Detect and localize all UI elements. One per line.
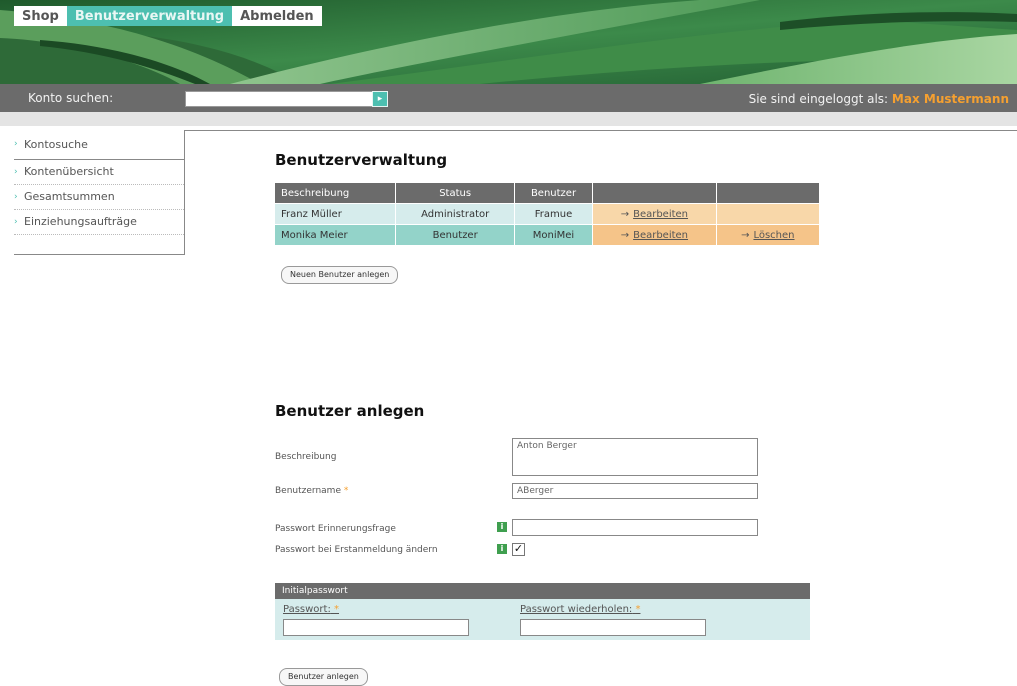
- bullet-icon: ›: [14, 167, 18, 177]
- logged-in-user: Max Mustermann: [891, 92, 1009, 106]
- cell-user: Framue: [514, 203, 594, 225]
- delete-link[interactable]: Löschen: [753, 230, 794, 241]
- table-header-row: Beschreibung Status Benutzer: [275, 183, 821, 204]
- search-go-button[interactable]: ▸: [372, 91, 388, 107]
- account-search-input[interactable]: [185, 91, 375, 107]
- bullet-icon: ›: [14, 139, 18, 149]
- nav-tab-user-management[interactable]: Benutzerverwaltung: [66, 6, 233, 26]
- reminder-question-label: Passwort Erinnerungsfrage: [275, 524, 396, 534]
- cell-edit: → Bearbeiten: [592, 224, 717, 245]
- sidebar-item-label: Einziehungsaufträge: [24, 215, 137, 228]
- create-user-button[interactable]: Benutzer anlegen: [279, 668, 368, 686]
- cell-status: Benutzer: [395, 224, 515, 245]
- cell-user: MoniMei: [514, 224, 594, 245]
- username-label-text: Benutzername: [275, 486, 341, 496]
- edit-link[interactable]: Bearbeiten: [633, 209, 688, 220]
- cell-description: Franz Müller: [275, 203, 397, 225]
- sidebar-item-kontenuebersicht[interactable]: › Kontenübersicht: [14, 160, 184, 185]
- column-header-edit: [592, 183, 717, 204]
- username-field[interactable]: [512, 483, 758, 499]
- column-header-status: Status: [395, 183, 515, 204]
- cell-edit: → Bearbeiten: [592, 203, 717, 225]
- content-divider: [184, 130, 1017, 131]
- top-navigation: Shop Benutzerverwaltung Abmelden: [14, 6, 322, 26]
- header-divider-strip: [0, 112, 1017, 126]
- checkmark-icon: ✓: [513, 542, 524, 555]
- cell-delete: → Löschen: [716, 224, 821, 245]
- edit-link[interactable]: Bearbeiten: [633, 230, 688, 241]
- repeat-password-label: Passwort wiederholen: *: [520, 604, 640, 615]
- required-marker: *: [343, 486, 349, 496]
- sidebar-item-kontosuche[interactable]: › Kontosuche: [14, 130, 184, 160]
- repeat-password-label-text: Passwort wiederholen:: [520, 604, 633, 615]
- reminder-question-field[interactable]: [512, 519, 758, 536]
- column-header-description: Beschreibung: [275, 183, 397, 204]
- cell-status: Administrator: [395, 203, 515, 225]
- sidebar-item-gesamtsummen[interactable]: › Gesamtsummen: [14, 185, 184, 210]
- sidebar: › Kontosuche › Kontenübersicht › Gesamts…: [14, 130, 185, 255]
- arrow-right-icon: →: [741, 229, 750, 241]
- column-header-user: Benutzer: [514, 183, 594, 204]
- users-table: Beschreibung Status Benutzer Franz Mülle…: [275, 183, 821, 245]
- account-search-label: Konto suchen:: [28, 91, 114, 105]
- required-marker: *: [334, 604, 340, 615]
- password-label: Passwort: *: [283, 604, 339, 615]
- required-marker: *: [635, 604, 641, 615]
- column-header-delete: [716, 183, 821, 204]
- arrow-right-icon: ▸: [377, 94, 383, 104]
- password-input[interactable]: [283, 619, 469, 636]
- sidebar-item-label: Kontenübersicht: [24, 165, 114, 178]
- password-label-text: Passwort:: [283, 604, 331, 615]
- arrow-right-icon: →: [620, 208, 630, 220]
- change-password-checkbox[interactable]: ✓: [512, 543, 525, 556]
- create-user-title: Benutzer anlegen: [275, 402, 425, 420]
- table-row: Monika Meier Benutzer MoniMei → Bearbeite…: [275, 224, 821, 245]
- nav-tab-logout[interactable]: Abmelden: [232, 6, 322, 26]
- login-prefix: Sie sind eingeloggt als:: [748, 92, 889, 106]
- info-icon[interactable]: i: [497, 544, 507, 554]
- initial-password-header: Initialpasswort: [275, 583, 810, 599]
- table-row: Franz Müller Administrator Framue → Bearb…: [275, 203, 821, 225]
- description-field[interactable]: Anton Berger: [512, 438, 758, 476]
- initial-password-panel: Initialpasswort Passwort: * Passwort wie…: [275, 583, 810, 640]
- arrow-right-icon: →: [620, 229, 630, 241]
- login-info: Sie sind eingeloggt als: Max Mustermann: [749, 92, 1009, 106]
- nav-tab-shop[interactable]: Shop: [14, 6, 67, 26]
- repeat-password-input[interactable]: [520, 619, 706, 636]
- sidebar-item-label: Gesamtsummen: [24, 190, 115, 203]
- description-label: Beschreibung: [275, 452, 337, 462]
- info-icon[interactable]: i: [497, 522, 507, 532]
- new-user-button[interactable]: Neuen Benutzer anlegen: [281, 266, 399, 284]
- account-search-bar: Konto suchen: ▸ Sie sind eingeloggt als:…: [0, 84, 1017, 112]
- change-password-label: Passwort bei Erstanmeldung ändern: [275, 545, 438, 555]
- bullet-icon: ›: [14, 192, 18, 202]
- sidebar-item-label: Kontosuche: [24, 138, 88, 151]
- bullet-icon: ›: [14, 217, 18, 227]
- sidebar-item-einziehungsauftraege[interactable]: › Einziehungsaufträge: [14, 210, 184, 235]
- username-label: Benutzername *: [275, 486, 348, 496]
- cell-description: Monika Meier: [275, 224, 397, 245]
- user-management-title: Benutzerverwaltung: [275, 151, 448, 169]
- cell-delete: [716, 203, 821, 225]
